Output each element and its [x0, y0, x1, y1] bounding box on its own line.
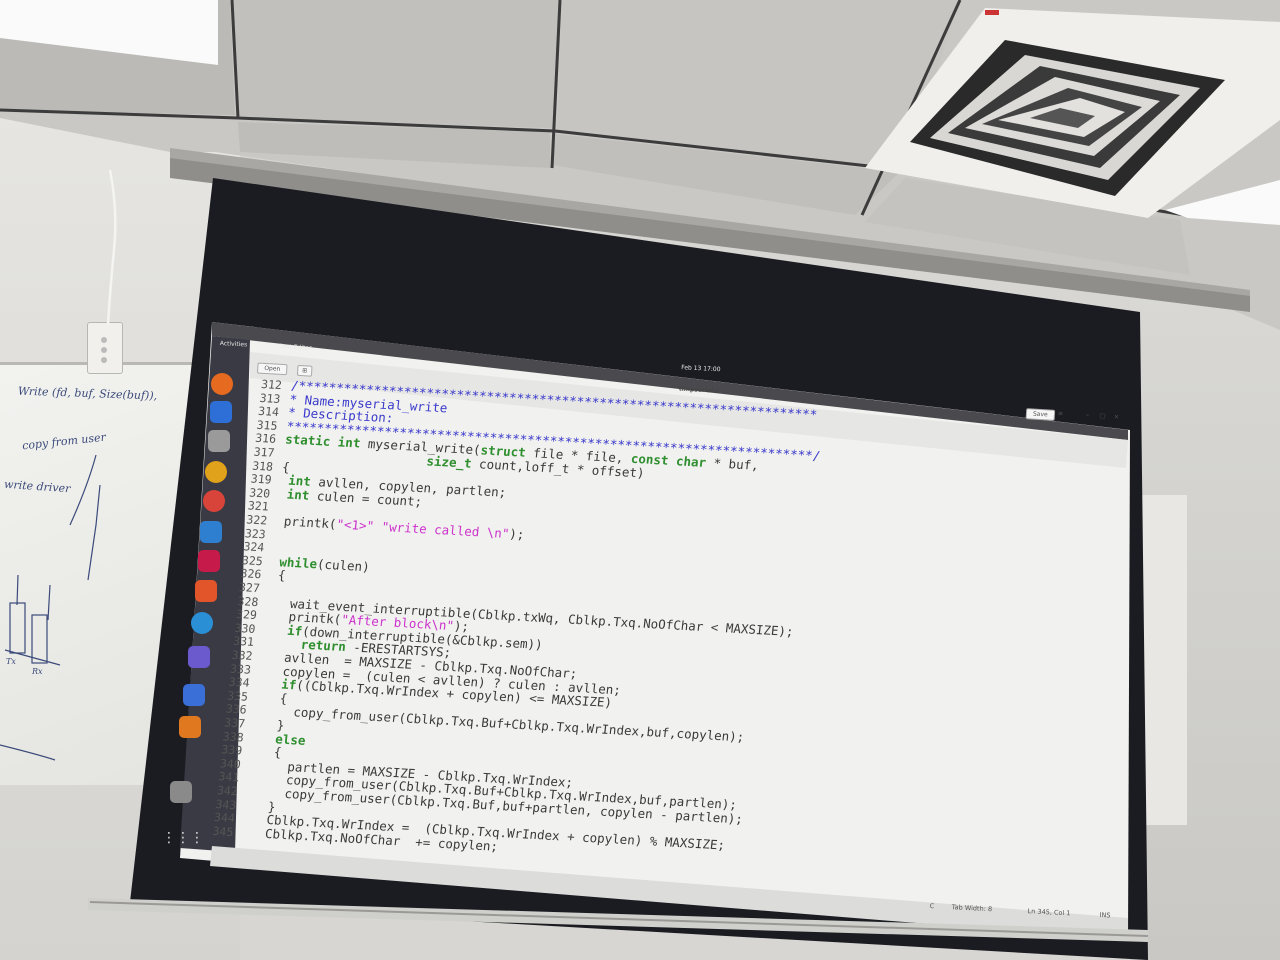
- insert-mode: INS: [1099, 910, 1111, 920]
- code-token: "write called \n": [380, 518, 511, 542]
- help-icon[interactable]: [191, 612, 213, 634]
- code-line[interactable]: 322 printk("<1>" "write called \n");: [246, 511, 526, 542]
- code-token: );: [508, 526, 526, 542]
- libreoffice-writer-icon[interactable]: [200, 521, 222, 543]
- chrome-icon[interactable]: [203, 490, 225, 512]
- tab-width-selector[interactable]: Tab Width: 8: [952, 903, 993, 913]
- rhythmbox-icon[interactable]: [205, 461, 227, 483]
- code-token: {: [269, 567, 287, 583]
- code-token: (culen): [316, 556, 371, 575]
- thunderbird-icon[interactable]: [210, 401, 232, 423]
- files-icon[interactable]: [208, 430, 230, 452]
- code-token: copy_from_user(Cblkp.Txq.Buf+Cblkp.Txq.W…: [255, 702, 746, 745]
- line-number: 345: [211, 823, 235, 839]
- cursor-position[interactable]: Ln 345, Col 1: [1027, 907, 1070, 917]
- code-token: char: [675, 453, 707, 471]
- raspberry-icon[interactable]: [198, 550, 220, 572]
- show-apps-icon[interactable]: ⋮⋮⋮: [162, 830, 204, 852]
- code-token: size_t: [425, 453, 473, 471]
- text-editor-icon[interactable]: [183, 684, 205, 706]
- teams-icon[interactable]: [188, 646, 210, 668]
- firefox-icon[interactable]: [211, 373, 233, 395]
- code-editor[interactable]: 312/************************************…: [211, 376, 1140, 893]
- trash-icon[interactable]: [170, 781, 192, 803]
- code-token: * buf,: [705, 455, 760, 474]
- language-selector[interactable]: C: [930, 902, 935, 910]
- code-token: int: [286, 486, 311, 503]
- code-token: printk(: [275, 513, 338, 532]
- app-icon[interactable]: [179, 716, 201, 738]
- code-token: "<1>": [335, 516, 375, 534]
- software-center-icon[interactable]: [195, 580, 217, 602]
